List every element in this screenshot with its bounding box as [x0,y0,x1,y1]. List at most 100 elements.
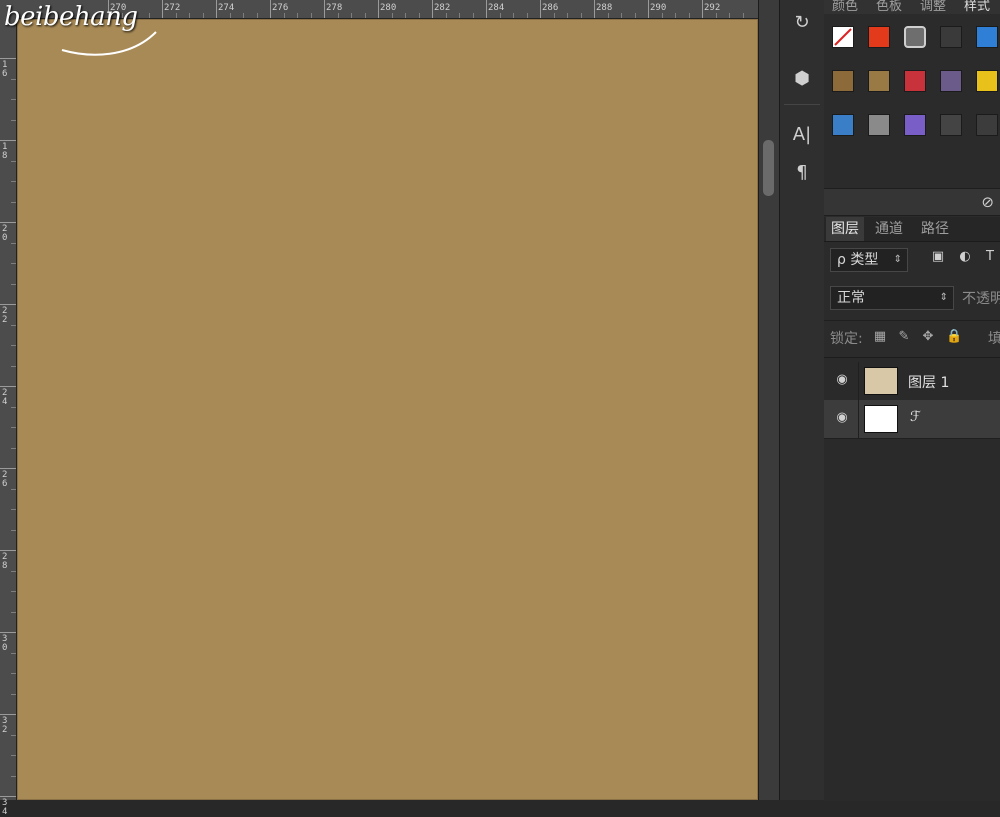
ruler-minor-tick [202,13,204,18]
ruler-tick-label: 28 [2,552,8,571]
gold-texture-style-swatch[interactable] [868,70,890,92]
ruler-minor-tick [11,99,16,100]
ruler-minor-tick [715,13,717,18]
ruler-minor-tick [418,13,420,18]
multicolor-style-swatch[interactable] [940,70,962,92]
paragraph-icon[interactable]: ¶ [788,158,816,186]
ruler-major-tick [0,140,16,141]
ruler-minor-tick [11,324,16,326]
ruler-tick-label: 286 [542,3,559,13]
ruler-tick-label: 272 [164,3,181,13]
lock-label: 锁定: [830,331,863,347]
purple-gradient-style-swatch[interactable] [904,114,926,136]
ruler-minor-tick [607,13,609,18]
layer-name[interactable]: 图层 1 [908,372,949,392]
none-slash-icon-swatch[interactable] [832,26,854,48]
canvas-scrollbar[interactable] [758,0,779,800]
tool-divider [784,104,820,105]
ruler-minor-tick [459,13,460,18]
opacity-label: 不透明 [962,291,1000,307]
ruler-major-tick [216,0,217,18]
tab-color[interactable]: 颜色 [832,0,858,14]
ruler-minor-tick [148,13,150,18]
layer-kind-dropdown[interactable]: ρ 类型 ⇕ [830,248,908,272]
ruler-minor-tick [297,13,298,18]
yellow-style-swatch[interactable] [976,70,998,92]
visibility-eye-icon[interactable]: ◉ [834,373,850,387]
ruler-major-tick [702,0,703,18]
ruler-minor-tick [729,13,730,18]
sky-style-swatch[interactable] [832,114,854,136]
grey-bevel-style-swatch[interactable] [904,26,926,48]
ruler-major-tick [0,714,16,715]
lock-all-icon[interactable]: 🔒 [946,329,962,345]
red-glow-style-swatch[interactable] [868,26,890,48]
watermark-text: beibehang [4,2,138,32]
clear-style-icon[interactable]: ⊘ [981,193,994,211]
vertical-ruler: 16 18 20 22 24 26 28 30 32 34 [0,18,17,817]
ruler-tick-label: 292 [704,3,721,13]
image-filter-icon[interactable]: ▣ [930,249,946,265]
blend-mode-row: 正常 ⇕ 不透明 [824,282,1000,314]
tab-channels[interactable]: 通道 [870,217,908,241]
ruler-minor-tick [11,755,16,756]
ruler-minor-tick [310,13,312,18]
top-panel-tabs: 颜色 色板 调整 样式 [824,0,1000,14]
ruler-major-tick [540,0,541,18]
tab-styles[interactable]: 样式 [964,0,990,14]
lock-transparent-icon[interactable]: ▦ [872,329,888,345]
ruler-minor-tick [742,13,744,18]
text-filter-icon[interactable]: T [982,249,998,265]
blue-glass-style-swatch[interactable] [976,26,998,48]
dark-square-style-2-swatch[interactable] [976,114,998,136]
red-gloss-style-swatch[interactable] [904,70,926,92]
ruler-tick-label: 276 [272,3,289,13]
blend-mode-dropdown[interactable]: 正常 ⇕ [830,286,954,310]
ruler-minor-tick [11,181,16,182]
ruler-tick-label: 30 [2,634,8,653]
ruler-tick-label: 290 [650,3,667,13]
ruler-minor-tick [11,263,16,264]
tab-swatches[interactable]: 色板 [876,0,902,14]
dark-square-style-swatch[interactable] [940,114,962,136]
layer-row-selected[interactable]: ◉ ℱ [824,400,1000,439]
lock-paint-icon[interactable]: ✎ [896,329,912,345]
tab-adjustments[interactable]: 调整 [920,0,946,14]
ruler-minor-tick [11,488,16,490]
ruler-minor-tick [553,13,555,18]
layer-list: ◉ 图层 1 ◉ ℱ [824,357,1000,801]
canvas-photo[interactable] [17,19,758,800]
ruler-minor-tick [11,427,16,428]
character-panel-icon[interactable]: A| [788,120,816,148]
ruler-major-tick [0,222,16,223]
visibility-eye-icon[interactable]: ◉ [834,411,850,425]
tab-paths[interactable]: 路径 [916,217,954,241]
scrollbar-thumb[interactable] [763,140,774,196]
rotate-view-icon[interactable]: ↻ [788,8,816,36]
ruler-minor-tick [11,119,16,121]
ruler-major-tick [162,0,163,18]
adjustment-filter-icon[interactable]: ◐ [957,249,973,265]
ruler-minor-tick [11,406,16,408]
lock-move-icon[interactable]: ✥ [920,329,936,345]
ruler-minor-tick [229,13,231,18]
dark-sphere-style-swatch[interactable] [940,26,962,48]
ruler-minor-tick [11,283,16,285]
3d-cube-icon[interactable]: ⬢ [788,64,816,92]
pattern-style-swatch[interactable] [868,114,890,136]
ruler-minor-tick [364,13,366,18]
ruler-minor-tick [580,13,582,18]
ruler-minor-tick [11,591,16,592]
ruler-tick-label: 24 [2,388,8,407]
ruler-major-tick [594,0,595,18]
ruler-minor-tick [391,13,393,18]
ruler-minor-tick [243,13,244,18]
ruler-minor-tick [11,160,16,162]
brown-texture-style-swatch[interactable] [832,70,854,92]
eye-column-divider [858,400,859,438]
layer-effects-icon[interactable]: ℱ [910,409,921,425]
dropdown-arrow-icon: ⇕ [893,254,902,265]
ruler-minor-tick [499,13,501,18]
layer-row[interactable]: ◉ 图层 1 [824,362,1000,401]
tab-layers[interactable]: 图层 [826,217,864,241]
